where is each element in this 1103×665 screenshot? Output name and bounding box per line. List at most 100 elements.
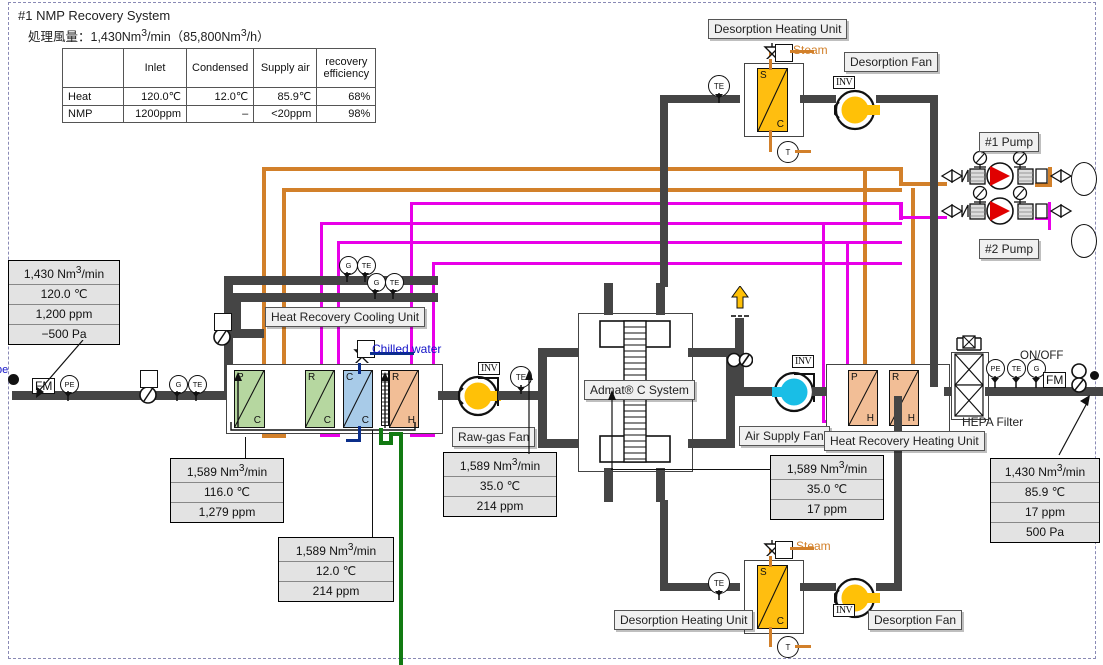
coil-rc-top: R xyxy=(308,372,315,383)
summary-table: Inlet Condensed Supply air recoveryeffic… xyxy=(62,48,376,123)
inv-raw-gas-fan[interactable]: INV xyxy=(478,362,500,375)
bypass-riser-2 xyxy=(232,293,241,333)
bypass-damper-actuator-icon[interactable] xyxy=(214,313,232,331)
raw-gas-leader xyxy=(522,370,536,454)
g-inlet-stem xyxy=(172,391,182,401)
inlet-data-box: 1,430 Nm3/min 120.0 ℃ 1,200 ppm −500 Pa xyxy=(8,260,120,345)
air-supply-leader-h xyxy=(611,469,771,470)
row-nmp-inlet: 1200ppm xyxy=(124,106,187,123)
exhaust-arrow-icon xyxy=(728,286,752,322)
outlet-terminal-dot xyxy=(1090,371,1099,380)
desorption-heating-unit-top-label: Desorption Heating Unit xyxy=(708,19,847,39)
g-bypass-lower-stem xyxy=(370,289,380,299)
inv-desorption-fan-top[interactable]: INV xyxy=(833,76,855,89)
coil-sc-bottom: S C xyxy=(757,565,788,629)
after-precool-leader xyxy=(245,437,246,458)
table-row: NMP 1200ppm – <20ppm 98% xyxy=(63,106,376,123)
raw-gas-temp: 35.0 ℃ xyxy=(444,477,556,497)
inlet-terminal-dot xyxy=(8,374,19,385)
row-heat-condensed: 12.0℃ xyxy=(187,88,254,106)
g-outlet-stem xyxy=(1031,376,1041,388)
outlet-leader xyxy=(1055,395,1095,457)
on-off-label: ON/OFF xyxy=(1020,350,1063,362)
row-heat-label: Heat xyxy=(63,88,124,106)
magenta-line-2 xyxy=(320,222,902,225)
outlet-data-box: 1,430 Nm3/min 85.9 ℃ 17 ppm 500 Pa xyxy=(990,458,1100,543)
air-supply-flow: 1,589 Nm3/min xyxy=(771,456,883,480)
desorb-bottom-left-riser xyxy=(660,500,668,591)
desorption-fan-bottom-label: Desorption Fan xyxy=(868,610,962,630)
magenta-line-3 xyxy=(337,241,902,244)
row-heat-eff: 68% xyxy=(317,88,376,106)
steam-top-label: Steam xyxy=(793,43,828,57)
heat-recovery-cooling-unit-label: Heat Recovery Cooling Unit xyxy=(265,307,425,327)
outlet-conc: 17 ppm xyxy=(991,503,1099,523)
desorb-top-fan-outlet xyxy=(876,95,938,103)
inlet-damper-actuator-icon[interactable] xyxy=(140,370,158,388)
coil-cc-top: C xyxy=(346,372,353,383)
pump1-label: #1 Pump xyxy=(979,132,1039,152)
desorption-fan-top-label: Desorption Fan xyxy=(844,52,938,72)
air-supply-temp: 35.0 ℃ xyxy=(771,480,883,500)
desorb-top-inlet-duct xyxy=(660,95,740,103)
condensate-bottom-drop xyxy=(769,627,772,647)
inlet-temp: 120.0 ℃ xyxy=(9,285,119,305)
th-inlet: Inlet xyxy=(124,49,187,88)
steam-top-actuator-icon[interactable] xyxy=(775,44,793,62)
inv-desorption-fan-bottom[interactable]: INV xyxy=(833,604,855,617)
row-nmp-condensed: – xyxy=(187,106,254,123)
on-off-valve-icon[interactable] xyxy=(1070,363,1088,395)
row-heat-supply: 85.9℃ xyxy=(254,88,317,106)
th-supply: Supply air xyxy=(254,49,317,88)
after-precool-flow: 1,589 Nm3/min xyxy=(171,459,283,483)
inv-air-supply-fan[interactable]: INV xyxy=(792,355,814,368)
fm-outlet[interactable]: FM xyxy=(1043,372,1066,388)
te-inlet-stem xyxy=(191,391,201,401)
after-precool-conc: 1,279 ppm xyxy=(171,503,283,522)
hepa-filter-icon xyxy=(951,352,987,418)
pump2-assembly-icon[interactable] xyxy=(938,185,1078,233)
row-nmp-supply: <20ppm xyxy=(254,106,317,123)
damper-icon[interactable] xyxy=(727,352,753,368)
hepa-filter-label: HEPA Filter xyxy=(962,415,1023,429)
inlet-damper-icon[interactable] xyxy=(138,386,158,404)
steam-bottom-actuator-icon[interactable] xyxy=(775,541,793,559)
desorption-heating-unit-bottom-label: Desorption Heating Unit xyxy=(614,610,753,630)
coil-ph: P H xyxy=(848,370,878,426)
raw-gas-conc: 214 ppm xyxy=(444,497,556,516)
page-title: #1 NMP Recovery System xyxy=(18,8,170,23)
th-blank xyxy=(63,49,124,88)
admat-bot-duct-left xyxy=(604,468,613,502)
edge-clipped-text: pe xyxy=(0,364,8,376)
pump2-label: #2 Pump xyxy=(979,239,1039,259)
bypass-top-1 xyxy=(228,276,438,285)
outlet-flow: 1,430 Nm3/min xyxy=(991,459,1099,483)
th-condensed: Condensed xyxy=(187,49,254,88)
coil-ph-bottom: H xyxy=(867,413,874,424)
after-precool-data-box: 1,589 Nm3/min 116.0 ℃ 1,279 ppm xyxy=(170,458,284,523)
desorb-top-left-riser xyxy=(660,95,668,287)
chilled-outlet-temp: 12.0 ℃ xyxy=(279,562,393,582)
condensate-bottom-line xyxy=(795,645,811,648)
inlet-conc: 1,200 ppm xyxy=(9,305,119,325)
desorb-bottom-up-riser xyxy=(894,396,902,591)
orange-line-2 xyxy=(282,188,902,192)
condensate-top-line xyxy=(795,150,811,153)
air-supply-fan-label: Air Supply Fan xyxy=(739,426,830,446)
te-outlet-stem xyxy=(1011,376,1021,388)
after-precool-temp: 116.0 ℃ xyxy=(171,483,283,503)
hepa-valve-icon[interactable] xyxy=(953,332,985,354)
coil-ph-top: P xyxy=(851,372,858,383)
te-bypass-lower-stem xyxy=(388,289,398,299)
magenta-riser-2 xyxy=(320,222,323,387)
admat-top-duct-left xyxy=(604,283,613,315)
chilled-outlet-leader xyxy=(372,430,373,537)
raw-gas-flow: 1,589 Nm3/min xyxy=(444,453,556,477)
admat-label: Admat® C System xyxy=(584,380,695,400)
air-supply-conc: 17 ppm xyxy=(771,500,883,519)
page-subtitle: 処理風量：1,430Nm3/min（85,800Nm3/h） xyxy=(28,26,270,45)
raw-gas-data-box: 1,589 Nm3/min 35.0 ℃ 214 ppm xyxy=(443,452,557,517)
magenta-line-1 xyxy=(410,202,902,205)
raw-gas-fan-icon xyxy=(457,373,503,419)
desorption-fan-top-icon xyxy=(831,86,883,134)
